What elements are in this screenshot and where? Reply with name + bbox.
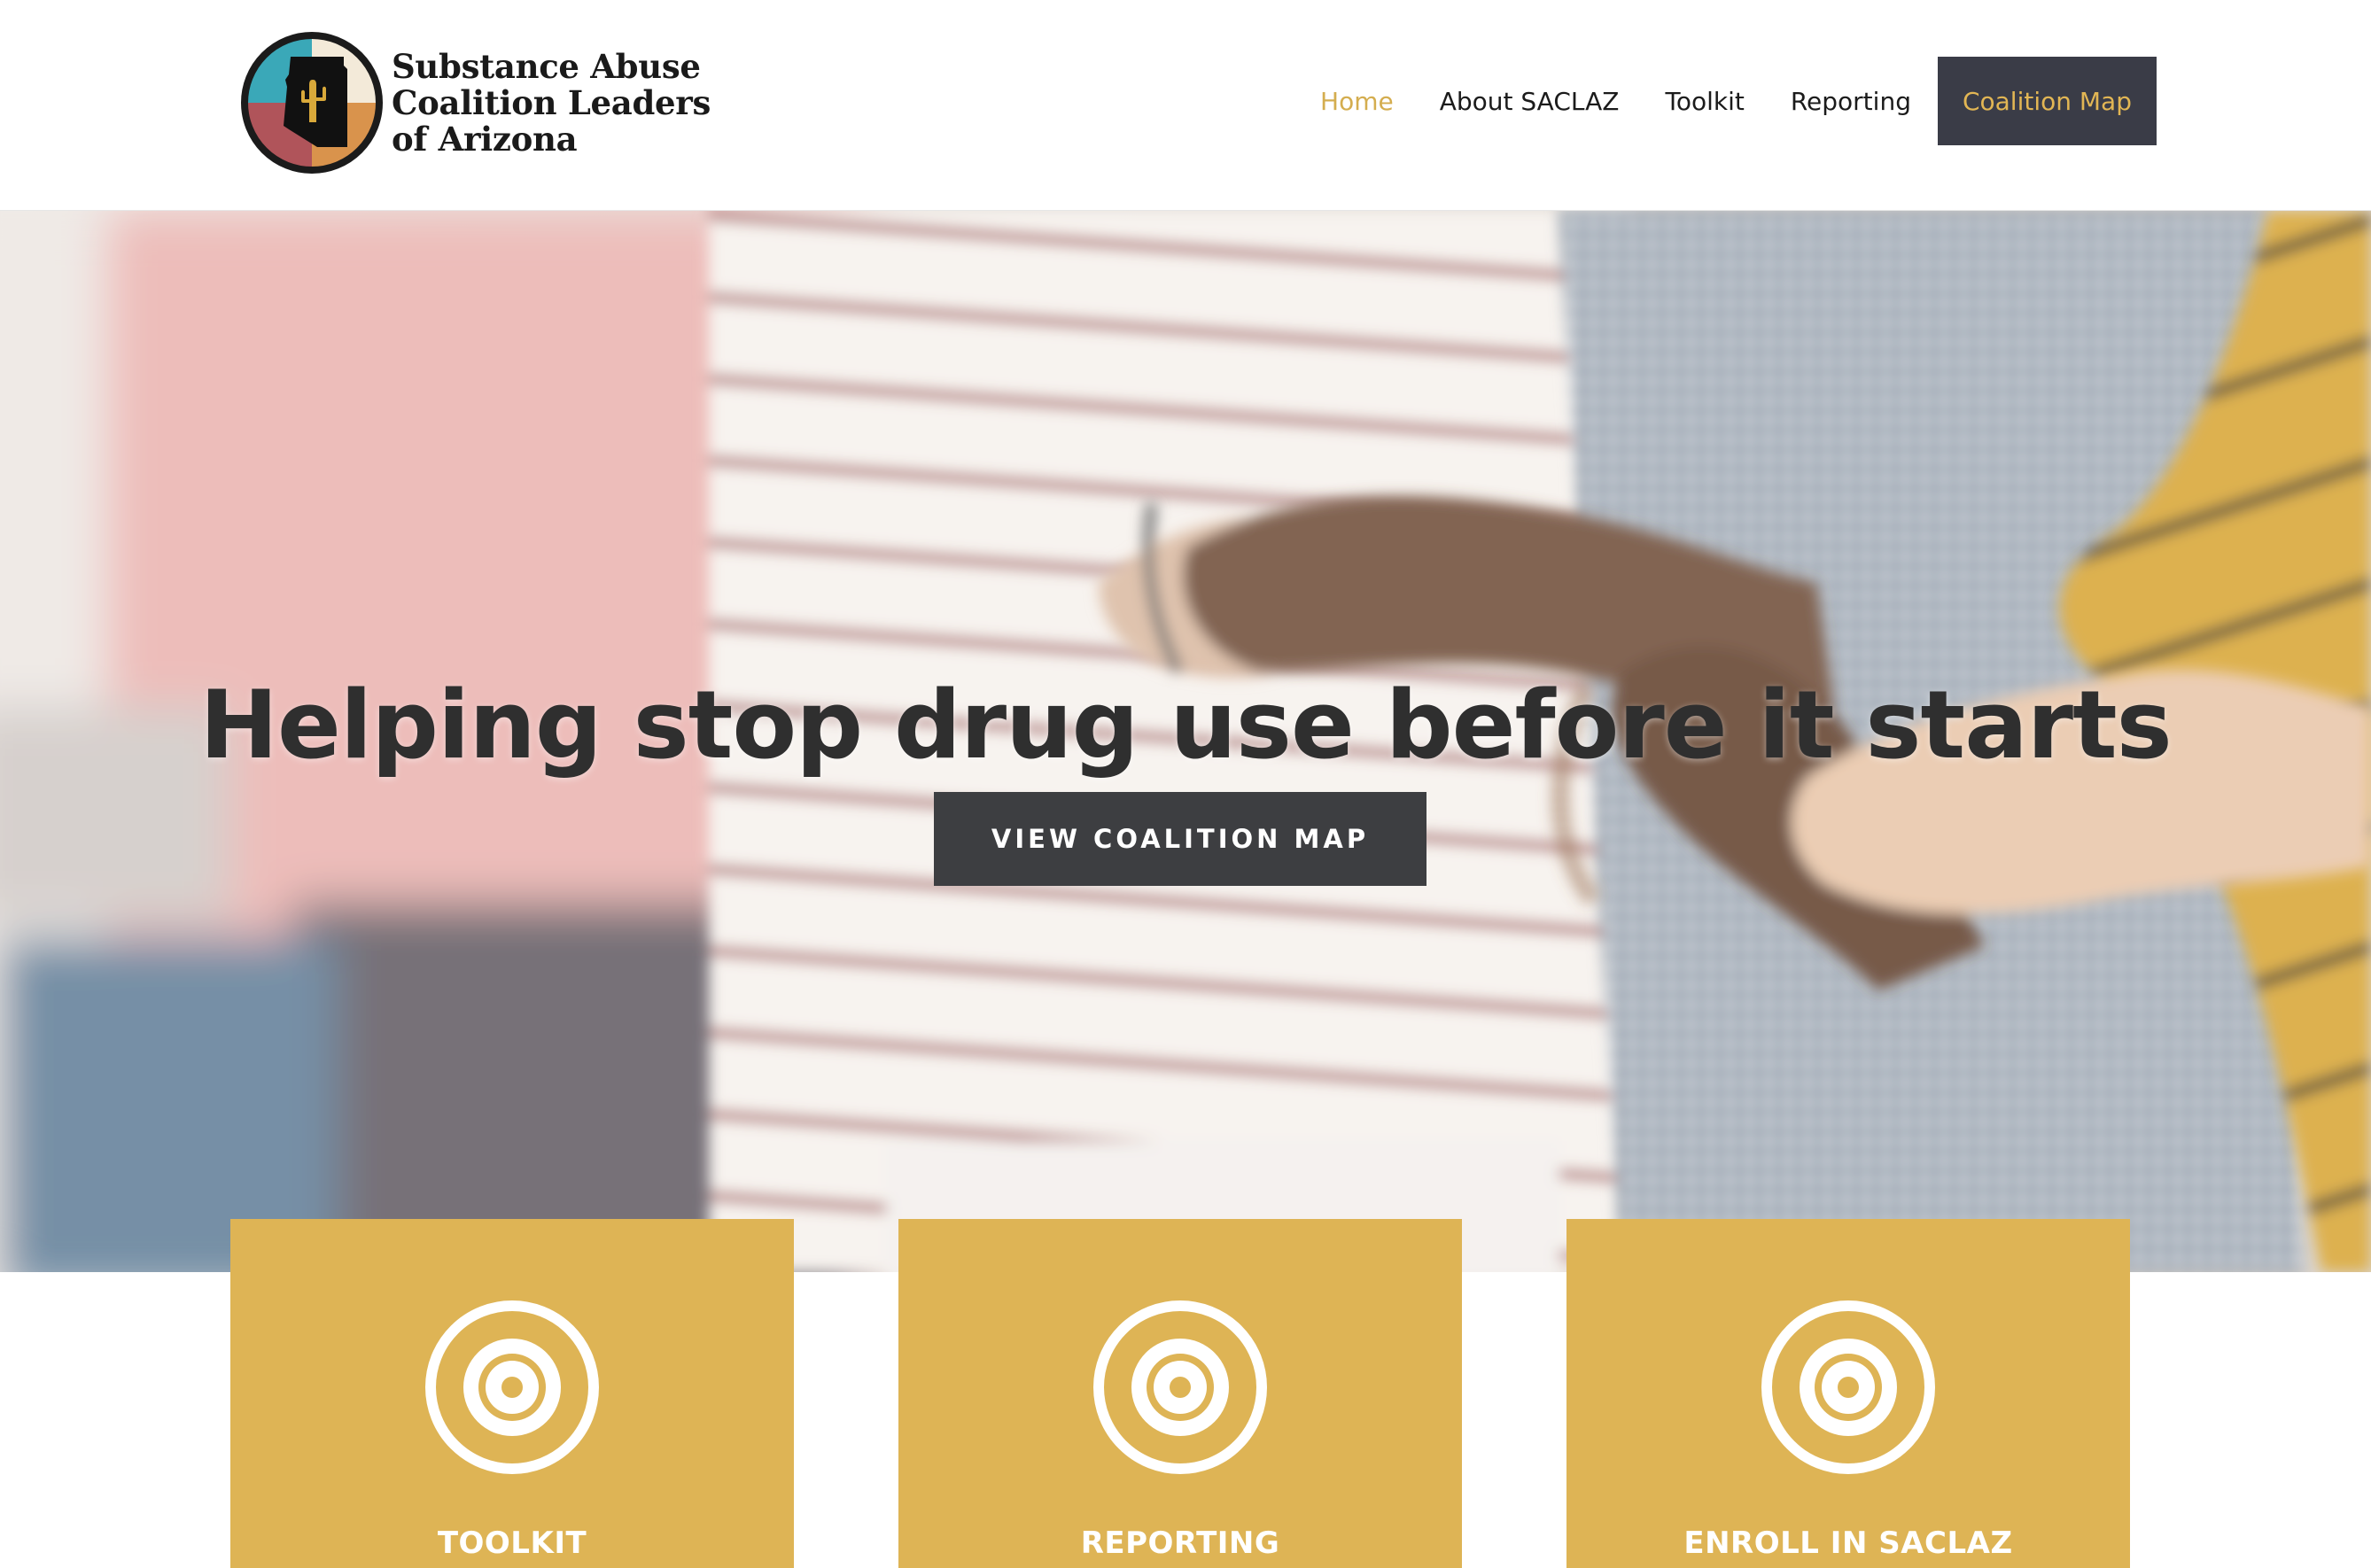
nav-coalition-map-button[interactable]: Coalition Map: [1937, 57, 2157, 145]
target-icon: [1761, 1300, 1935, 1474]
logo-text-line-1: Substance Abuse: [392, 46, 701, 86]
card-toolkit-label: TOOLKIT: [437, 1525, 587, 1561]
target-icon: [1093, 1300, 1267, 1474]
nav-about-link[interactable]: About SACLAZ: [1440, 87, 1620, 116]
card-enroll[interactable]: ENROLL IN SACLAZ: [1566, 1219, 2130, 1568]
target-icon: [425, 1300, 599, 1474]
nav-toolkit-link[interactable]: Toolkit: [1665, 87, 1744, 116]
logo-text: Substance Abuse Coalition Leaders of Ari…: [392, 46, 711, 159]
site-logo[interactable]: Substance Abuse Coalition Leaders of Ari…: [239, 30, 711, 175]
card-enroll-label: ENROLL IN SACLAZ: [1683, 1525, 2013, 1561]
nav-reporting-link[interactable]: Reporting: [1791, 87, 1911, 116]
logo-text-line-3: of Arizona: [392, 119, 578, 159]
arizona-cactus-logo-icon: [241, 32, 383, 174]
site-header: Substance Abuse Coalition Leaders of Ari…: [0, 0, 2371, 211]
nav-home-link[interactable]: Home: [1320, 87, 1394, 116]
main-nav: Home About SACLAZ Toolkit Reporting Coal…: [1274, 57, 2157, 145]
card-toolkit[interactable]: TOOLKIT: [230, 1219, 794, 1568]
view-coalition-map-button[interactable]: VIEW COALITION MAP: [934, 792, 1426, 886]
card-reporting-label: REPORTING: [1080, 1525, 1280, 1561]
hero-title: Helping stop drug use before it starts: [199, 671, 2173, 780]
card-reporting[interactable]: REPORTING: [898, 1219, 1462, 1568]
hero-section: Helping stop drug use before it starts V…: [0, 211, 2371, 1272]
logo-text-line-2: Coalition Leaders: [392, 82, 711, 122]
